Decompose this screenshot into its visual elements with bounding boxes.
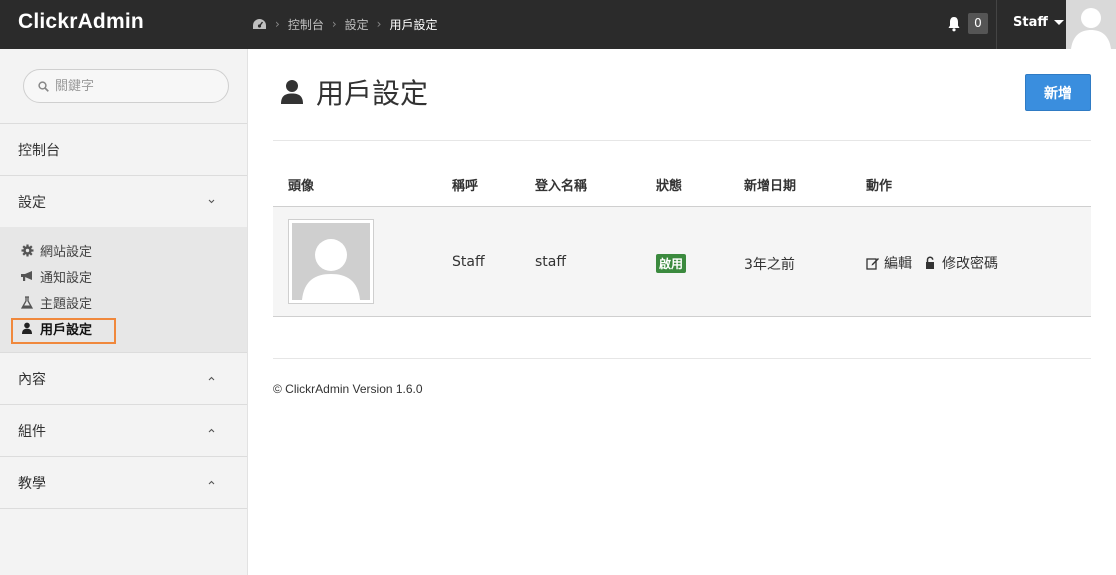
default-avatar-icon — [292, 223, 370, 300]
default-avatar-icon — [1066, 0, 1116, 49]
sidebar-item-label: 內容 — [18, 372, 46, 388]
submenu-item-label: 主題設定 — [40, 296, 93, 312]
dashboard-icon[interactable] — [252, 18, 267, 31]
chevron-up-icon — [208, 480, 215, 485]
submenu-item-label: 網站設定 — [40, 244, 93, 260]
column-header-created: 新增日期 — [744, 179, 797, 194]
sidebar-item-label: 設定 — [18, 195, 46, 211]
sidebar-item-tutorial[interactable]: 教學 — [0, 457, 247, 509]
brand-logo[interactable]: ClickrAdmin — [18, 10, 144, 34]
column-header-status: 狀態 — [656, 179, 683, 194]
user-menu-label: Staff — [1013, 15, 1048, 30]
search-box — [23, 69, 229, 103]
change-password-button[interactable]: 修改密碼 — [924, 253, 998, 273]
divider — [0, 508, 247, 509]
chevron-down-icon — [208, 199, 215, 204]
avatar — [288, 219, 374, 304]
unlock-icon — [926, 256, 934, 269]
add-user-button[interactable]: 新增 — [1025, 74, 1091, 111]
search-input[interactable] — [55, 78, 215, 94]
chevron-up-icon — [208, 428, 215, 433]
sidebar-item-settings[interactable]: 設定 — [0, 176, 247, 228]
sidebar: 控制台 設定 網站設定 — [0, 49, 248, 575]
divider — [273, 140, 1091, 141]
breadcrumb-item-dashboard[interactable]: 控制台 — [288, 16, 324, 33]
chevron-up-icon — [208, 376, 215, 381]
breadcrumb-separator: › — [331, 17, 337, 31]
column-header-name: 稱呼 — [452, 179, 479, 194]
top-navbar: ClickrAdmin › 控制台 › 設定 › 用戶設定 0 Staff — [0, 0, 1116, 49]
breadcrumb-separator: › — [376, 17, 382, 31]
avatar[interactable] — [1066, 0, 1116, 49]
edit-label: 編輯 — [884, 256, 912, 272]
divider — [996, 0, 997, 49]
edit-button[interactable]: 編輯 — [866, 253, 912, 273]
user-menu-button[interactable]: Staff — [1013, 15, 1064, 30]
footer-version: © ClickrAdmin Version 1.6.0 — [273, 382, 423, 396]
submenu-item-theme-settings[interactable]: 主題設定 — [20, 292, 92, 312]
cell-name: Staff — [452, 254, 485, 270]
caret-down-icon — [1053, 20, 1064, 25]
submenu-item-notification-settings[interactable]: 通知設定 — [20, 266, 92, 286]
column-header-login: 登入名稱 — [535, 179, 588, 194]
submenu-item-label: 通知設定 — [40, 270, 93, 286]
table-header: 頭像 稱呼 登入名稱 狀態 新增日期 動作 — [273, 163, 1091, 206]
active-item-highlight — [11, 318, 116, 344]
breadcrumb: › 控制台 › 設定 › 用戶設定 — [252, 15, 437, 33]
gear-icon — [20, 243, 34, 257]
sidebar-item-label: 教學 — [18, 476, 46, 492]
sidebar-item-dashboard[interactable]: 控制台 — [0, 124, 247, 176]
breadcrumb-item-settings[interactable]: 設定 — [345, 16, 369, 33]
sidebar-item-label: 組件 — [18, 424, 46, 440]
breadcrumb-item-user-settings: 用戶設定 — [389, 17, 438, 32]
edit-icon — [866, 258, 879, 270]
bullhorn-icon — [20, 269, 34, 283]
sidebar-item-components[interactable]: 組件 — [0, 405, 247, 457]
notification-count-badge[interactable]: 0 — [968, 13, 988, 34]
cell-login: staff — [535, 254, 567, 270]
page-title: 用戶設定 — [280, 72, 428, 112]
page-title-text: 用戶設定 — [316, 77, 429, 110]
column-header-actions: 動作 — [866, 179, 893, 194]
breadcrumb-separator: › — [275, 17, 280, 31]
bell-icon[interactable] — [947, 16, 961, 32]
status-badge: 啟用 — [656, 254, 687, 273]
column-header-avatar: 頭像 — [288, 179, 315, 194]
sidebar-item-label: 控制台 — [18, 143, 60, 159]
user-icon — [281, 80, 303, 104]
divider — [273, 358, 1091, 359]
table-row: Staff staff 啟用 3年之前 編輯 修改密碼 — [273, 207, 1091, 317]
change-password-label: 修改密碼 — [942, 256, 998, 272]
cell-created: 3年之前 — [744, 257, 795, 273]
search-icon — [38, 80, 49, 92]
flask-icon — [20, 295, 34, 309]
submenu-item-site-settings[interactable]: 網站設定 — [20, 240, 92, 260]
sidebar-item-content[interactable]: 內容 — [0, 353, 247, 405]
